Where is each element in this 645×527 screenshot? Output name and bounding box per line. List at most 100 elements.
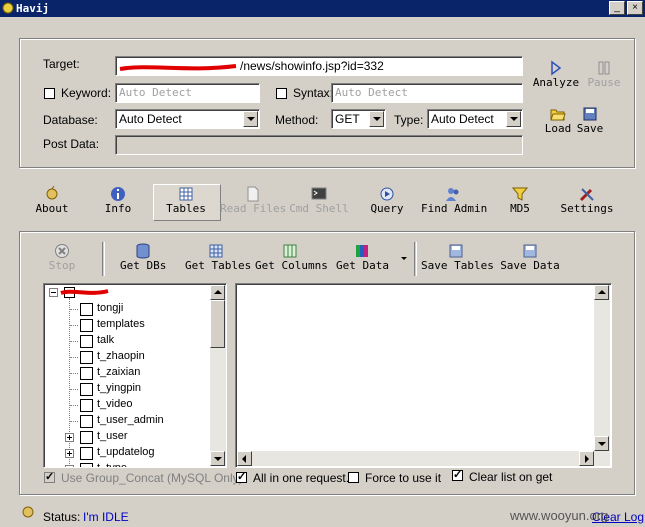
results-pane[interactable] [235, 283, 612, 468]
tree-line [70, 389, 78, 390]
save-button[interactable]: Save [575, 106, 605, 135]
info-button[interactable]: Info [102, 186, 134, 215]
all-in-one-checkbox[interactable] [236, 470, 247, 483]
keyword-input[interactable]: Auto Detect [115, 83, 260, 103]
tables-label: Tables [166, 202, 206, 215]
table-checkbox[interactable] [80, 367, 93, 380]
tree-item[interactable]: t_updatelog [44, 445, 204, 461]
tree-item[interactable]: t_zaixian [44, 365, 204, 381]
get-tables-button[interactable]: Get Tables [185, 243, 251, 272]
syntax-input[interactable]: Auto Detect [331, 83, 523, 103]
tree-item[interactable]: templates [44, 317, 204, 333]
tree-item[interactable]: t_zhaopin [44, 349, 204, 365]
scroll-down-button[interactable] [210, 451, 225, 466]
redaction-mark [119, 64, 237, 71]
tree-item[interactable]: t_video [44, 397, 204, 413]
tree-item[interactable]: t_user [44, 429, 204, 445]
force-checkbox[interactable] [348, 472, 359, 483]
scroll-up-button[interactable] [594, 285, 609, 300]
about-icon [46, 186, 58, 200]
tree-item[interactable]: talk [44, 333, 204, 349]
save-tables-button[interactable]: Save Tables [421, 243, 494, 272]
target-input[interactable]: /news/showinfo.jsp?id=332 [115, 56, 523, 76]
scroll-up-button[interactable] [210, 285, 225, 300]
tree-scrollbar[interactable] [210, 285, 226, 466]
scroll-thumb[interactable] [210, 300, 225, 348]
folder-open-icon [550, 109, 566, 121]
database-label: Database: [43, 113, 98, 127]
chevron-down-icon[interactable] [243, 111, 258, 127]
table-name: templates [97, 318, 145, 330]
tree-pane[interactable]: tongji templates talk t_zhaopin t_zaixia… [43, 283, 227, 468]
group-concat-checkbox[interactable] [44, 470, 55, 483]
info-icon [111, 187, 125, 201]
about-button[interactable]: About [33, 186, 71, 215]
chevron-down-icon[interactable] [369, 111, 384, 127]
scroll-right-button[interactable] [579, 451, 594, 466]
database-value: Auto Detect [119, 112, 182, 126]
table-name: t_zhaopin [97, 350, 145, 362]
minimize-button[interactable]: _ [609, 1, 625, 15]
scroll-down-button[interactable] [594, 436, 609, 451]
chevron-down-icon[interactable] [506, 111, 521, 127]
read-files-button[interactable]: Read Files [220, 186, 286, 215]
get-data-dropdown-icon[interactable] [401, 257, 407, 260]
database-select[interactable]: Auto Detect [115, 109, 260, 129]
save-data-button[interactable]: Save Data [500, 243, 560, 272]
watermark: www.wooyun.org [510, 508, 609, 523]
method-select[interactable]: GET [331, 109, 386, 129]
table-checkbox[interactable] [80, 415, 93, 428]
tree-line [70, 325, 78, 326]
force-label: Force to use it [365, 471, 442, 485]
load-button[interactable]: Load [544, 106, 572, 135]
analyze-button[interactable]: Analyze [532, 60, 580, 89]
table-checkbox[interactable] [80, 383, 93, 396]
table-checkbox[interactable] [80, 303, 93, 316]
table-checkbox[interactable] [80, 335, 93, 348]
tree-item[interactable]: t_yingpin [44, 381, 204, 397]
keyword-checkbox[interactable] [44, 88, 55, 99]
table-checkbox[interactable] [80, 399, 93, 412]
main-toolbar: About Info Tables Read Files Cmd Shell Q… [0, 183, 645, 223]
stop-button[interactable]: Stop [46, 243, 78, 272]
table-checkbox[interactable] [80, 351, 93, 364]
cmd-shell-label: Cmd Shell [289, 202, 349, 215]
get-columns-button[interactable]: Get Columns [255, 243, 328, 272]
find-admin-button[interactable]: Find Admin [421, 186, 488, 215]
table-checkbox[interactable] [80, 431, 93, 444]
tree-item[interactable]: tongji [44, 301, 204, 317]
expand-icon[interactable] [65, 433, 74, 442]
collapse-icon[interactable] [49, 288, 58, 297]
results-vscrollbar[interactable] [594, 285, 610, 451]
funnel-icon [512, 187, 528, 201]
expand-icon[interactable] [65, 465, 74, 467]
postdata-input[interactable] [115, 135, 523, 155]
tables-button[interactable]: Tables [163, 186, 209, 215]
tree-item[interactable]: t_type [44, 461, 204, 467]
pause-button[interactable]: Pause [584, 60, 624, 89]
get-data-button[interactable]: Get Data [336, 243, 389, 272]
expand-icon[interactable] [65, 449, 74, 458]
tree-item[interactable]: t_user_admin [44, 413, 204, 429]
get-dbs-button[interactable]: Get DBs [120, 243, 166, 272]
all-in-one-label: All in one request. [253, 471, 350, 485]
type-select[interactable]: Auto Detect [427, 109, 523, 129]
method-label: Method: [275, 113, 319, 127]
syntax-checkbox[interactable] [276, 88, 287, 99]
scroll-left-button[interactable] [237, 451, 252, 466]
md5-button[interactable]: MD5 [505, 186, 535, 215]
query-button[interactable]: Query [368, 186, 406, 215]
cmd-shell-button[interactable]: Cmd Shell [289, 186, 349, 215]
settings-button[interactable]: Settings [560, 186, 614, 215]
title-bar: Havij _ × [0, 0, 645, 17]
tree-line [70, 373, 78, 374]
results-hscrollbar[interactable] [237, 451, 610, 466]
table-checkbox[interactable] [80, 447, 93, 460]
close-button[interactable]: × [627, 1, 643, 15]
find-admin-label: Find Admin [421, 202, 488, 215]
columns-icon [283, 244, 297, 258]
clear-list-checkbox[interactable] [452, 468, 463, 481]
table-checkbox[interactable] [80, 463, 93, 467]
info-label: Info [104, 202, 132, 215]
table-checkbox[interactable] [80, 319, 93, 332]
